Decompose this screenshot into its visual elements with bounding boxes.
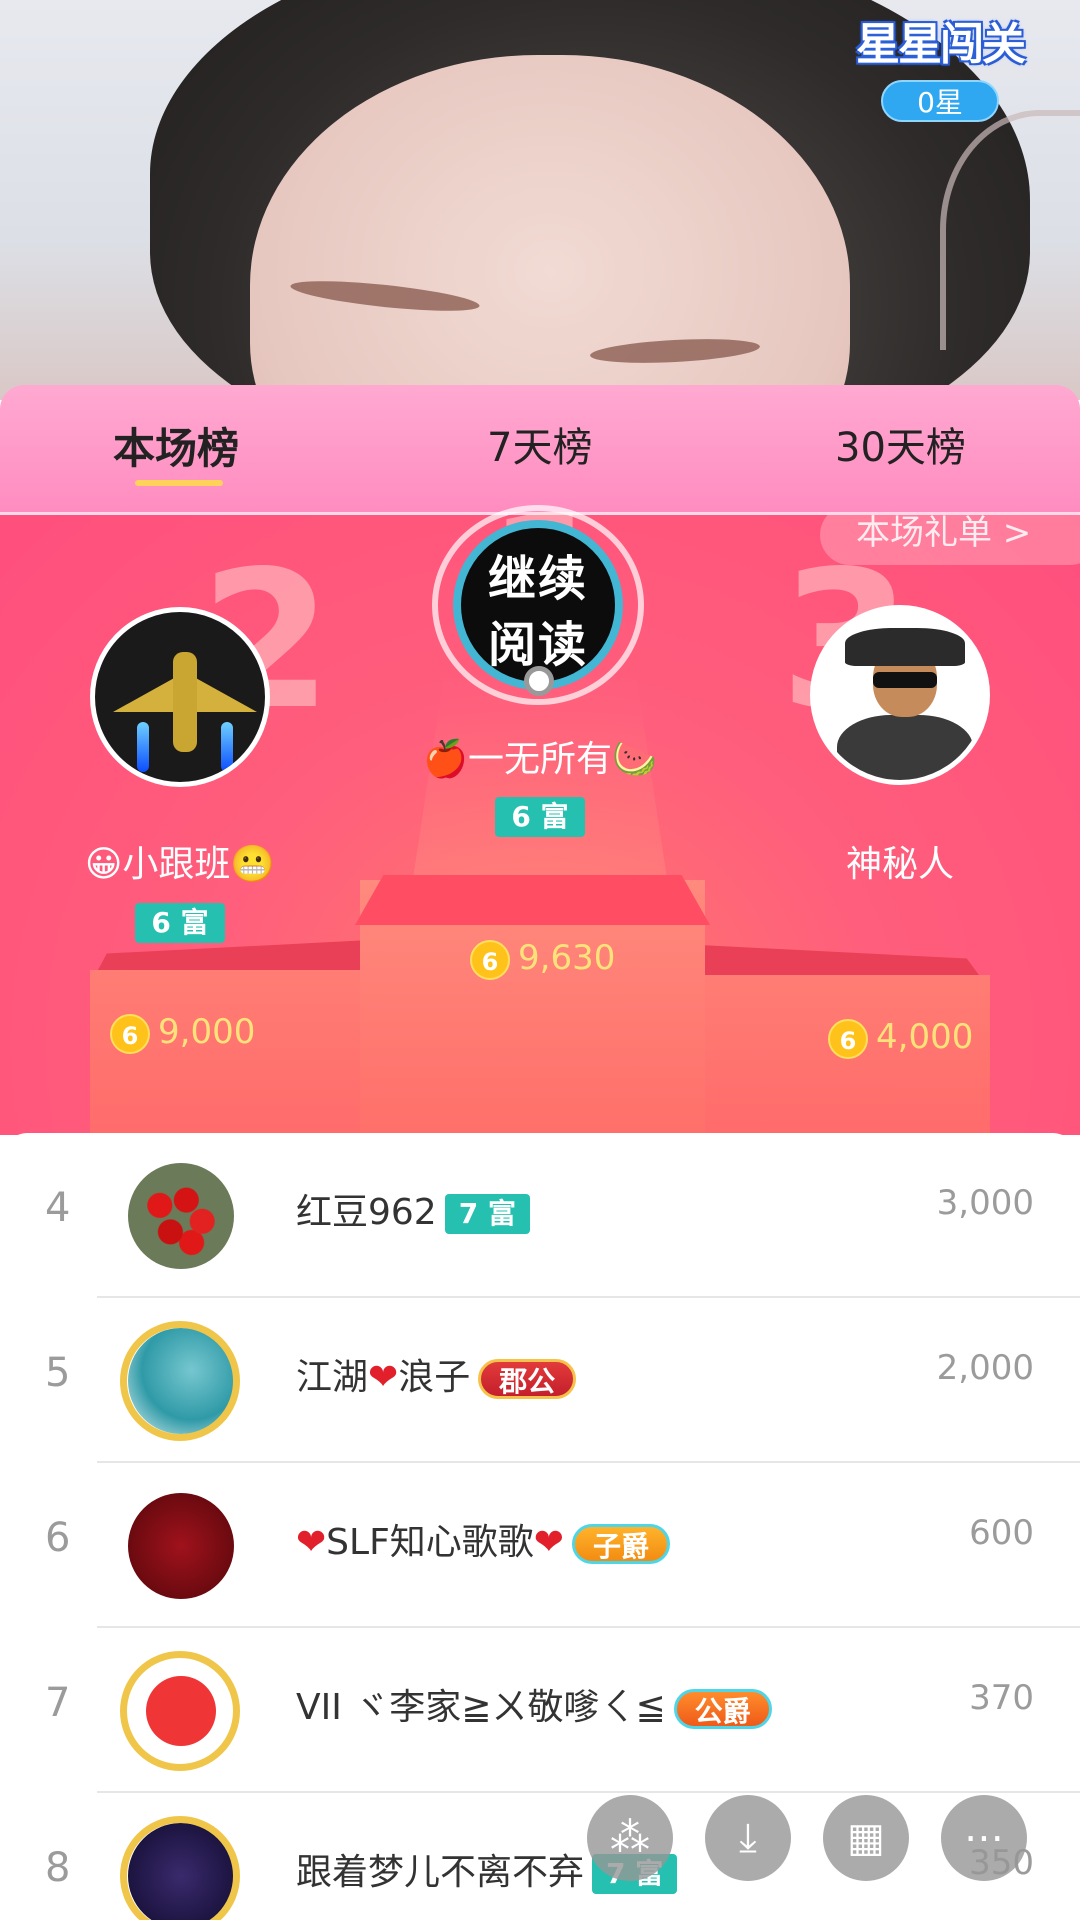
rank-number: 7 bbox=[45, 1680, 71, 1726]
avatar-frame-ring bbox=[120, 1651, 240, 1771]
wealth-badge: 7 富 bbox=[444, 1194, 530, 1234]
second-place-name: 😀小跟班😬 bbox=[84, 844, 276, 885]
avatar-image bbox=[128, 1493, 234, 1599]
user-name-text-b: 浪子 bbox=[398, 1357, 471, 1398]
share-button[interactable]: ⁂ bbox=[587, 1795, 673, 1881]
first-place-coins: 6 9,630 bbox=[470, 938, 615, 980]
avatar-first-place[interactable]: 继续 阅读 bbox=[453, 520, 623, 690]
rank-number: 8 bbox=[45, 1845, 71, 1891]
coin-icon: 6 bbox=[470, 939, 510, 980]
spaceship-body bbox=[173, 652, 197, 752]
user-name-text: 红豆962 bbox=[296, 1192, 437, 1233]
spy-glasses bbox=[873, 672, 937, 688]
list-item[interactable]: 8 跟着梦儿不离不弃7 富 350 bbox=[0, 1793, 1080, 1920]
contribution-value: 370 bbox=[969, 1678, 1034, 1718]
user-name-text: SLF知心歌歌 bbox=[326, 1522, 534, 1563]
more-button[interactable]: ⋯ bbox=[941, 1795, 1027, 1881]
spaceship-flame bbox=[221, 722, 233, 772]
grid-button[interactable]: ▦ bbox=[823, 1795, 909, 1881]
third-place-name: 神秘人 bbox=[845, 844, 954, 885]
active-tab-indicator bbox=[135, 480, 223, 486]
red-beans-image bbox=[128, 1163, 234, 1269]
user-name: VII ヾ李家≧ㄨ敬嗲ㄑ≦ 公爵 bbox=[296, 1678, 772, 1730]
avatar-first-text: 继续 阅读 bbox=[487, 551, 588, 673]
avatar-frame-ring bbox=[120, 1321, 240, 1441]
second-place-coin-value: 9,000 bbox=[158, 1012, 256, 1052]
tab-this-show[interactable]: 本场榜 bbox=[113, 415, 239, 476]
avatar-frame-pin-icon bbox=[524, 666, 554, 696]
spy-hat bbox=[845, 628, 965, 666]
third-place-coin-value: 4,000 bbox=[876, 1017, 974, 1057]
rank-number: 4 bbox=[45, 1185, 71, 1231]
first-place-coin-value: 9,630 bbox=[518, 938, 616, 978]
list-item[interactable]: 4 红豆962 7 富 3,000 bbox=[0, 1133, 1080, 1298]
user-name-text-a: 江湖 bbox=[296, 1357, 369, 1398]
spaceship-flame bbox=[137, 722, 149, 772]
star-challenge-title: 星星闯关 bbox=[856, 19, 1026, 70]
user-name: 红豆962 7 富 bbox=[296, 1183, 530, 1235]
user-name-text: 跟着梦儿不离不弃 bbox=[296, 1852, 585, 1893]
star-challenge-badge[interactable]: 星星闯关 0星 bbox=[840, 0, 1040, 122]
heart-icon: ❤ bbox=[296, 1522, 327, 1563]
download-button[interactable]: ⤓ bbox=[705, 1795, 791, 1881]
tab-7-days[interactable]: 7天榜 bbox=[487, 415, 592, 473]
first-place-name: 🍎一无所有🍉 bbox=[423, 739, 657, 780]
avatar[interactable] bbox=[128, 1493, 234, 1599]
tab-30-days[interactable]: 30天榜 bbox=[835, 415, 966, 473]
first-place-wealth-badge: 6 富 bbox=[495, 797, 585, 837]
avatar[interactable] bbox=[128, 1163, 234, 1269]
second-place-coins: 6 9,000 bbox=[110, 1012, 255, 1054]
nobility-badge: 子爵 bbox=[571, 1524, 670, 1564]
share-icon: ⁂ bbox=[610, 1815, 650, 1861]
nobility-badge: 公爵 bbox=[673, 1689, 772, 1729]
avatar-third-place[interactable] bbox=[810, 605, 990, 785]
list-item[interactable]: 5 江湖❤浪子 郡公 2,000 bbox=[0, 1298, 1080, 1463]
contribution-value: 3,000 bbox=[936, 1183, 1034, 1223]
list-item[interactable]: 6 ❤SLF知心歌歌❤ 子爵 600 bbox=[0, 1463, 1080, 1628]
user-name-text: VII ヾ李家≧ㄨ敬嗲ㄑ≦ bbox=[296, 1687, 666, 1728]
rank-number: 6 bbox=[45, 1515, 71, 1561]
list-item[interactable]: 7 VII ヾ李家≧ㄨ敬嗲ㄑ≦ 公爵 370 bbox=[0, 1628, 1080, 1793]
coin-icon: 6 bbox=[110, 1013, 150, 1054]
second-place-wealth-badge: 6 富 bbox=[135, 903, 225, 943]
user-name: 江湖❤浪子 郡公 bbox=[296, 1348, 577, 1400]
heart-icon: ❤ bbox=[368, 1357, 399, 1398]
grid-icon: ▦ bbox=[847, 1815, 885, 1861]
user-name: ❤SLF知心歌歌❤ 子爵 bbox=[296, 1513, 670, 1565]
coin-icon: 6 bbox=[828, 1018, 868, 1059]
third-place-coins: 6 4,000 bbox=[828, 1017, 973, 1059]
spy-coat bbox=[837, 715, 973, 780]
heart-icon: ❤ bbox=[533, 1522, 564, 1563]
avatar-second-place[interactable] bbox=[90, 607, 270, 787]
download-icon: ⤓ bbox=[739, 1815, 757, 1861]
ranking-list: 4 红豆962 7 富 3,000 5 江湖❤浪子 郡公 2,000 6 ❤SLF知… bbox=[0, 1133, 1080, 1920]
more-icon: ⋯ bbox=[964, 1815, 1004, 1861]
contribution-value: 600 bbox=[969, 1513, 1034, 1553]
star-count-pill: 0星 bbox=[881, 80, 999, 122]
contribution-value: 2,000 bbox=[936, 1348, 1034, 1388]
podium-first-top bbox=[355, 875, 710, 925]
nobility-badge: 郡公 bbox=[478, 1359, 577, 1399]
rank-number: 5 bbox=[45, 1350, 71, 1396]
